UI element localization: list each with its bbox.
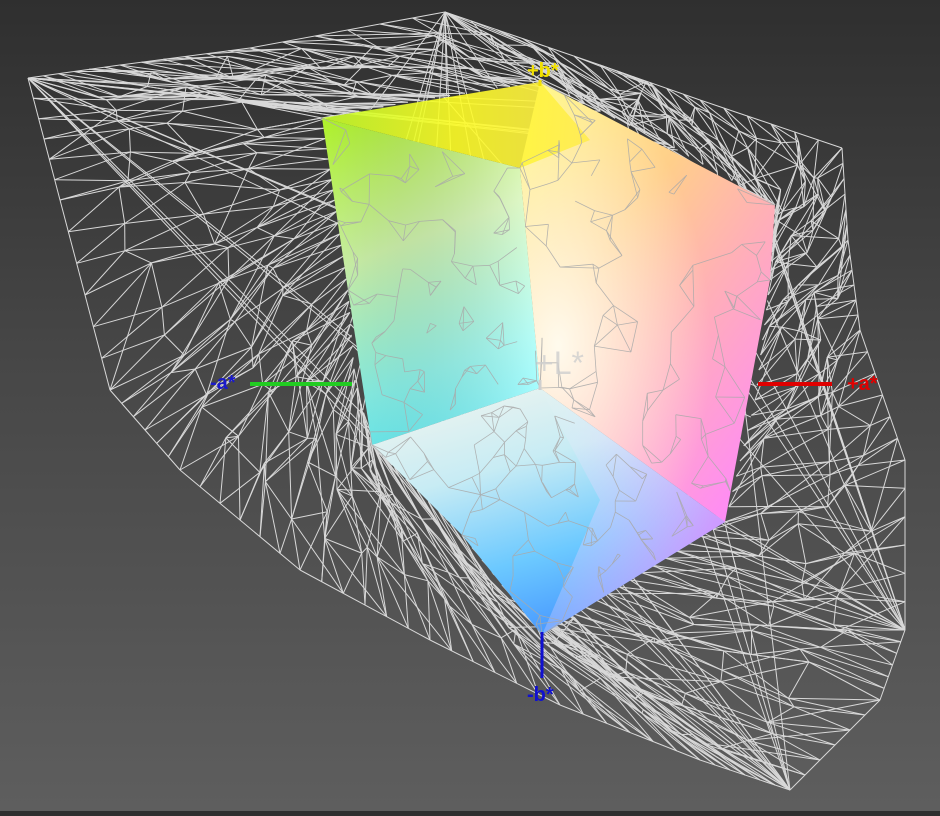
minus-b-axis-label: -b* [527, 685, 554, 705]
minus-a-axis-label: -a* [210, 373, 236, 393]
gamut-3d-viewport[interactable]: +b* -b* +a* -a* +L* [0, 0, 940, 811]
plus-b-axis-label: +b* [527, 61, 559, 81]
gamut-face-left-shade [322, 118, 540, 445]
plus-l-axis-label: +L* [535, 347, 584, 379]
gamut-plot [0, 0, 940, 811]
plus-a-axis-label: +a* [847, 374, 878, 394]
